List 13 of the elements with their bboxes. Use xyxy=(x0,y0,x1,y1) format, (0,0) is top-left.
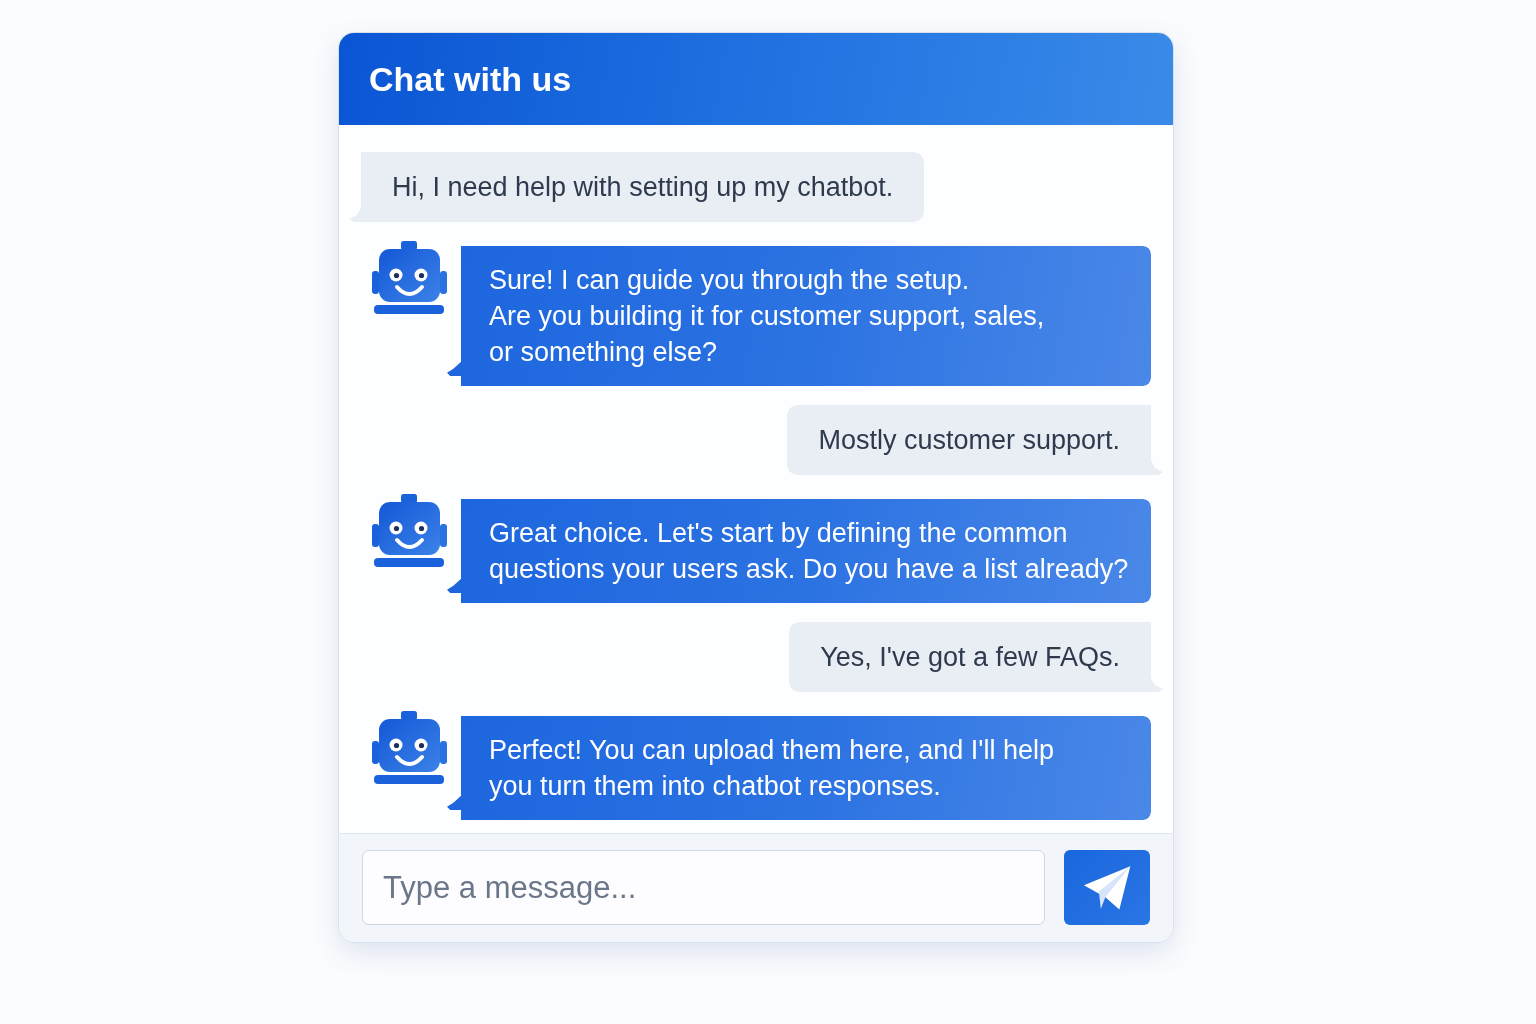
bot-message: Great choice. Let's start by defining the common questions your users ask. Do you have a list already? xyxy=(447,499,1151,603)
send-icon xyxy=(1083,865,1131,910)
message-input[interactable]: Type a message... xyxy=(362,850,1045,925)
robot-icon xyxy=(372,241,447,314)
send-button[interactable] xyxy=(1064,850,1150,925)
user-message: Yes, I've got a few FAQs. xyxy=(789,622,1163,692)
bot-message: Sure! I can guide you through the setup. Are you building it for customer support, sales, or something else? xyxy=(447,246,1151,386)
bot-message: Perfect! You can upload them here, and I'll help you turn them into chatbot responses. xyxy=(447,716,1151,820)
robot-icon xyxy=(372,711,447,784)
chat-title: Chat with us xyxy=(369,58,572,100)
user-message: Hi, I need help with setting up my chatbot. xyxy=(349,152,925,222)
user-message: Mostly customer support. xyxy=(787,405,1163,475)
robot-icon xyxy=(372,494,447,567)
